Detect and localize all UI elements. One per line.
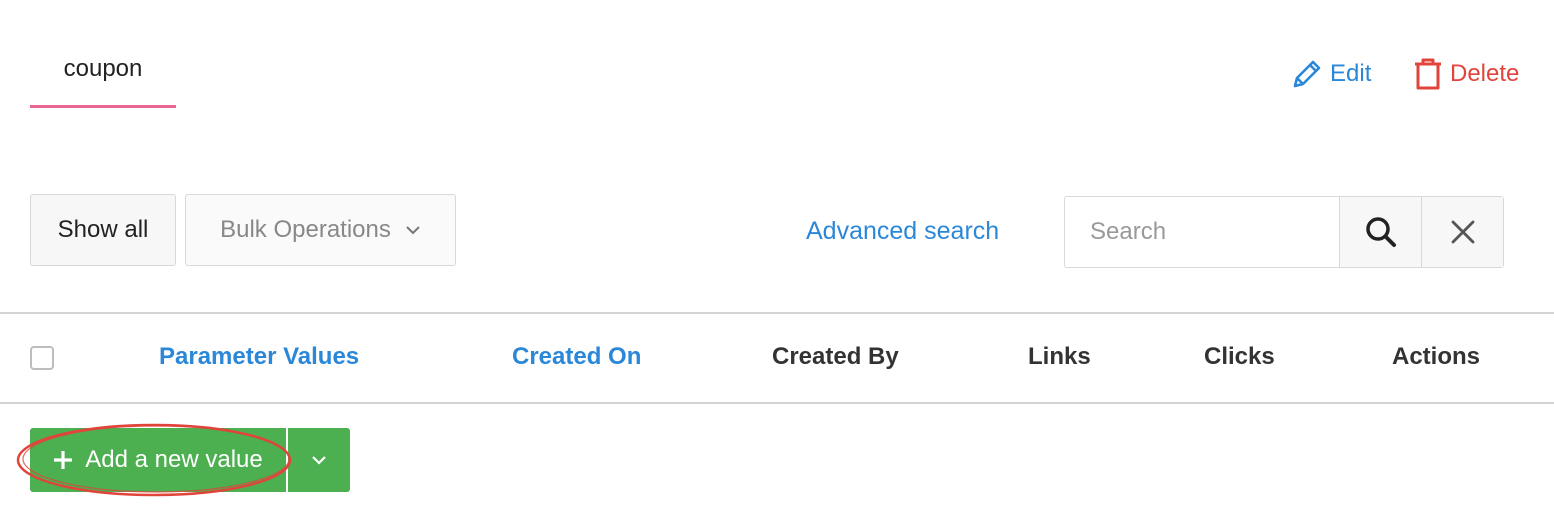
bulk-operations-label: Bulk Operations bbox=[220, 216, 391, 243]
advanced-search-link[interactable]: Advanced search bbox=[806, 214, 999, 248]
search-input[interactable] bbox=[1065, 197, 1339, 267]
delete-label: Delete bbox=[1450, 60, 1520, 87]
plus-icon bbox=[53, 450, 73, 470]
page: coupon Edit Delete Show all Bulk Operati… bbox=[0, 0, 1554, 510]
search-icon bbox=[1363, 214, 1399, 250]
edit-label: Edit bbox=[1330, 60, 1372, 87]
bulk-operations-dropdown[interactable]: Bulk Operations bbox=[185, 194, 456, 266]
tab-label: coupon bbox=[63, 55, 143, 82]
chevron-down-icon bbox=[405, 224, 421, 236]
column-created-by: Created By bbox=[772, 343, 899, 370]
pencil-icon bbox=[1290, 57, 1324, 91]
edit-button[interactable]: Edit bbox=[1290, 56, 1371, 92]
add-new-value-button[interactable]: Add a new value bbox=[30, 428, 286, 492]
close-icon bbox=[1450, 219, 1476, 245]
clear-search-button[interactable] bbox=[1421, 197, 1503, 267]
column-links: Links bbox=[1028, 343, 1091, 370]
trash-icon bbox=[1412, 57, 1444, 91]
search-group bbox=[1064, 196, 1504, 268]
select-all-checkbox[interactable] bbox=[30, 346, 54, 370]
column-clicks: Clicks bbox=[1204, 343, 1275, 370]
add-options-dropdown[interactable] bbox=[286, 428, 350, 492]
show-all-label: Show all bbox=[57, 216, 149, 243]
tab-coupon[interactable]: coupon bbox=[30, 52, 176, 108]
column-parameter-values[interactable]: Parameter Values bbox=[159, 340, 359, 374]
show-all-button[interactable]: Show all bbox=[30, 194, 176, 266]
table-header-top-border bbox=[0, 312, 1554, 314]
column-created-on[interactable]: Created On bbox=[512, 340, 641, 374]
delete-button[interactable]: Delete bbox=[1412, 56, 1519, 92]
search-button[interactable] bbox=[1339, 197, 1421, 267]
chevron-down-icon bbox=[311, 454, 327, 466]
column-actions: Actions bbox=[1392, 343, 1481, 370]
add-new-value-label: Add a new value bbox=[85, 446, 263, 473]
table-header-bottom-border bbox=[0, 402, 1554, 404]
add-value-button-group: Add a new value bbox=[30, 428, 350, 492]
